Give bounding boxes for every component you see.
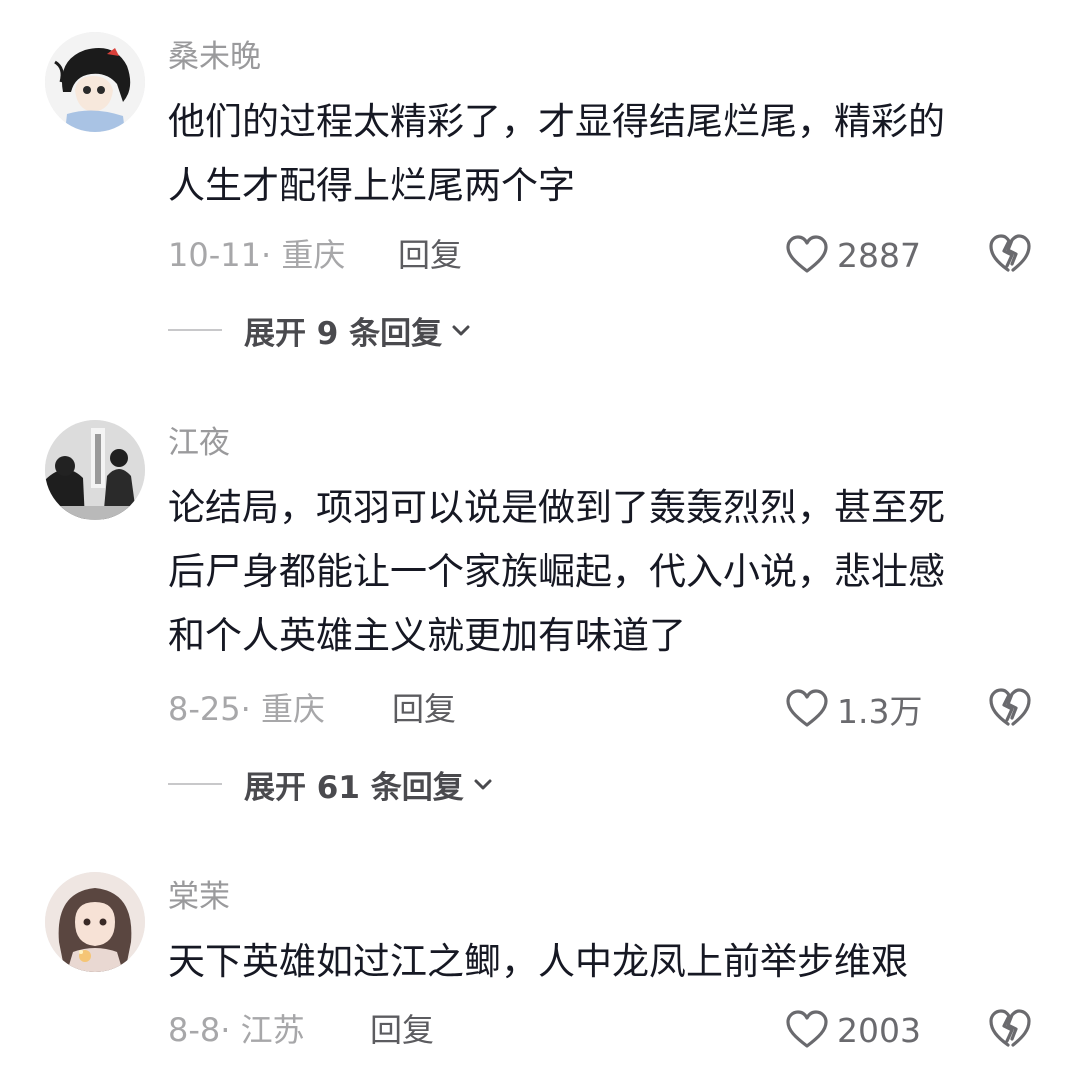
avatar[interactable] (45, 420, 145, 520)
date-location: 10-11· 重庆 (168, 236, 346, 274)
avatar-image (45, 872, 145, 972)
broken-heart-icon (989, 234, 1031, 272)
divider-dash (168, 329, 222, 331)
broken-heart-icon (989, 1009, 1031, 1047)
comment-line: 论结局，项羽可以说是做到了轰轰烈烈，甚至死 (168, 486, 945, 529)
username[interactable]: 桑未晚 (168, 37, 261, 77)
comment-meta: 8-25· 重庆 回复 (168, 687, 456, 731)
like-count: 2003 (837, 1010, 921, 1050)
chevron-down-icon (452, 325, 470, 336)
avatar-image (45, 420, 145, 520)
avatar[interactable] (45, 32, 145, 132)
expand-replies[interactable]: 展开 9 条回复 (168, 308, 472, 352)
comment-meta: 10-11· 重庆 回复 (168, 233, 462, 277)
avatar[interactable] (45, 872, 145, 972)
broken-heart-icon (989, 688, 1031, 726)
comment-line: 后尸身都能让一个家族崛起，代入小说，悲壮感 (168, 550, 945, 593)
expand-replies-label: 展开 9 条回复 (244, 315, 443, 352)
heart-outline-icon (786, 689, 828, 727)
comment-text: 天下英雄如过江之鲫，人中龙凤上前举步维艰 (168, 930, 1028, 994)
comment-text: 论结局，项羽可以说是做到了轰轰烈烈，甚至死 后尸身都能让一个家族崛起，代入小说，… (168, 476, 1028, 668)
comment-text: 他们的过程太精彩了，才显得结尾烂尾，精彩的 人生才配得上烂尾两个字 (168, 90, 1028, 218)
comment-line: 人生才配得上烂尾两个字 (168, 164, 575, 207)
chevron-down-icon (474, 779, 492, 790)
like-button[interactable]: 1.3万 (785, 687, 922, 731)
reply-button[interactable]: 回复 (392, 687, 456, 731)
date-location: 8-25· 重庆 (168, 690, 325, 728)
dislike-button[interactable] (988, 687, 1032, 731)
expand-replies-label: 展开 61 条回复 (244, 769, 464, 806)
reply-button[interactable]: 回复 (398, 233, 462, 277)
like-button[interactable]: 2887 (785, 233, 921, 277)
like-count: 2887 (837, 235, 921, 275)
comment-line: 天下英雄如过江之鲫，人中龙凤上前举步维艰 (168, 940, 908, 983)
username[interactable]: 棠茉 (168, 877, 230, 917)
heart-outline-icon (786, 1010, 828, 1048)
username[interactable]: 江夜 (168, 423, 230, 463)
date-location: 8-8· 江苏 (168, 1011, 305, 1049)
like-button[interactable]: 2003 (785, 1008, 921, 1052)
heart-outline-icon (786, 235, 828, 273)
like-count: 1.3万 (837, 692, 923, 731)
expand-replies[interactable]: 展开 61 条回复 (168, 762, 494, 806)
reply-button[interactable]: 回复 (370, 1008, 434, 1052)
comment-line: 他们的过程太精彩了，才显得结尾烂尾，精彩的 (168, 100, 945, 143)
comment-line: 和个人英雄主义就更加有味道了 (168, 614, 686, 657)
avatar-image (45, 32, 145, 132)
dislike-button[interactable] (988, 1008, 1032, 1052)
comment-meta: 8-8· 江苏 回复 (168, 1008, 434, 1052)
dislike-button[interactable] (988, 233, 1032, 277)
divider-dash (168, 783, 222, 785)
